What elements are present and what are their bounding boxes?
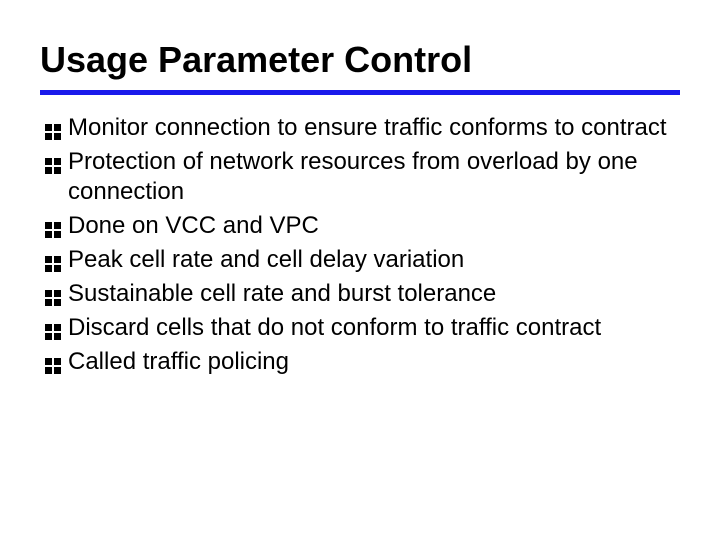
bullet-text: Monitor connection to ensure traffic con… — [68, 113, 676, 143]
bullet-icon — [44, 285, 62, 303]
bullet-text: Discard cells that do not conform to tra… — [68, 313, 676, 343]
bullet-text: Done on VCC and VPC — [68, 211, 676, 241]
list-item: Discard cells that do not conform to tra… — [44, 313, 676, 343]
bullet-text: Protection of network resources from ove… — [68, 147, 676, 207]
list-item: Sustainable cell rate and burst toleranc… — [44, 279, 676, 309]
list-item: Peak cell rate and cell delay variation — [44, 245, 676, 275]
slide: Usage Parameter Control Monitor connecti… — [0, 0, 720, 540]
bullet-icon — [44, 319, 62, 337]
bullet-text: Sustainable cell rate and burst toleranc… — [68, 279, 676, 309]
bullet-text: Called traffic policing — [68, 347, 676, 377]
bullet-text: Peak cell rate and cell delay variation — [68, 245, 676, 275]
list-item: Protection of network resources from ove… — [44, 147, 676, 207]
list-item: Done on VCC and VPC — [44, 211, 676, 241]
list-item: Called traffic policing — [44, 347, 676, 377]
bullet-icon — [44, 217, 62, 235]
slide-title: Usage Parameter Control — [40, 40, 680, 80]
bullet-list: Monitor connection to ensure traffic con… — [40, 113, 680, 377]
list-item: Monitor connection to ensure traffic con… — [44, 113, 676, 143]
title-underline — [40, 90, 680, 95]
bullet-icon — [44, 353, 62, 371]
bullet-icon — [44, 153, 62, 171]
bullet-icon — [44, 251, 62, 269]
bullet-icon — [44, 119, 62, 137]
